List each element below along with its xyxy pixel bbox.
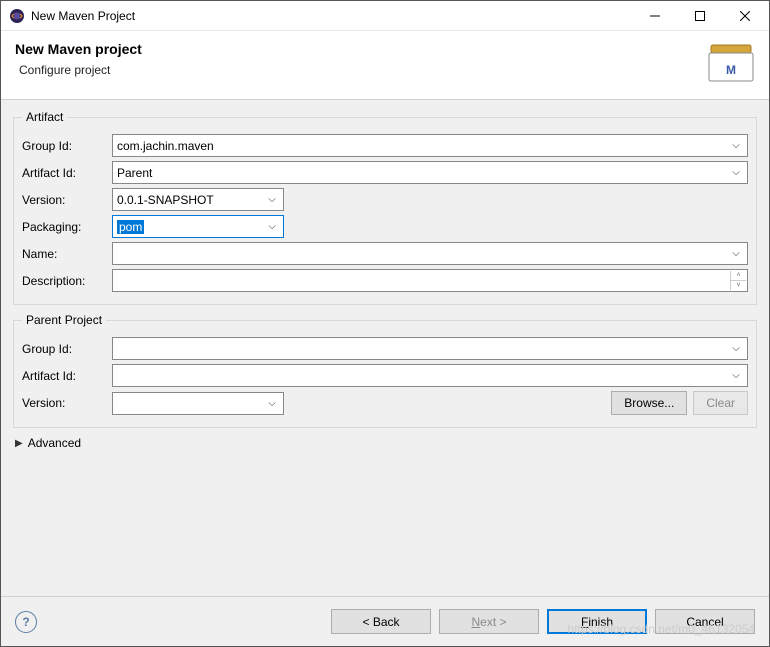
parent-artifact-id-combo[interactable]: ⌵ xyxy=(112,364,748,387)
parent-version-label: Version: xyxy=(22,396,106,410)
minimize-icon xyxy=(650,11,660,21)
page-subtitle: Configure project xyxy=(19,63,707,77)
parent-artifact-id-label: Artifact Id: xyxy=(22,369,106,383)
parent-project-group: Parent Project Group Id: ⌵ Artifact Id: … xyxy=(13,313,757,428)
group-id-label: Group Id: xyxy=(22,139,106,153)
parent-version-combo[interactable]: ⌵ xyxy=(112,392,284,415)
dialog-footer: ? < Back Next > Finish Cancel xyxy=(1,596,769,646)
chevron-down-icon: ⌵ xyxy=(265,194,279,205)
back-button[interactable]: < Back xyxy=(331,609,431,634)
description-spinner[interactable]: ˄˅ xyxy=(730,271,746,290)
close-button[interactable] xyxy=(722,1,767,30)
browse-button[interactable]: Browse... xyxy=(611,391,687,415)
group-id-combo[interactable]: com.jachin.maven⌵ xyxy=(112,134,748,157)
artifact-id-label: Artifact Id: xyxy=(22,166,106,180)
packaging-label: Packaging: xyxy=(22,220,106,234)
titlebar: New Maven Project xyxy=(1,1,769,31)
chevron-down-icon: ⌵ xyxy=(265,221,279,232)
window-title: New Maven Project xyxy=(31,9,632,23)
name-combo[interactable]: ⌵ xyxy=(112,242,748,265)
packaging-combo[interactable]: pom⌵ xyxy=(112,215,284,238)
name-label: Name: xyxy=(22,247,106,261)
version-combo[interactable]: 0.0.1-SNAPSHOT⌵ xyxy=(112,188,284,211)
chevron-down-icon: ˅ xyxy=(730,281,746,290)
dialog-body: Artifact Group Id: com.jachin.maven⌵ Art… xyxy=(1,100,769,603)
advanced-expander[interactable]: ▶ Advanced xyxy=(15,436,755,450)
version-label: Version: xyxy=(22,193,106,207)
cancel-button[interactable]: Cancel xyxy=(655,609,755,634)
close-icon xyxy=(740,11,750,21)
page-title: New Maven project xyxy=(15,41,707,57)
chevron-down-icon: ⌵ xyxy=(729,140,743,151)
description-input[interactable]: ˄˅ xyxy=(112,269,748,292)
artifact-id-combo[interactable]: Parent⌵ xyxy=(112,161,748,184)
description-label: Description: xyxy=(22,274,106,288)
chevron-down-icon: ⌵ xyxy=(729,167,743,178)
help-icon: ? xyxy=(22,615,29,629)
minimize-button[interactable] xyxy=(632,1,677,30)
maximize-button[interactable] xyxy=(677,1,722,30)
parent-group-id-combo[interactable]: ⌵ xyxy=(112,337,748,360)
chevron-up-icon: ˄ xyxy=(730,271,746,281)
maximize-icon xyxy=(695,11,705,21)
artifact-group: Artifact Group Id: com.jachin.maven⌵ Art… xyxy=(13,110,757,305)
eclipse-icon xyxy=(9,8,25,24)
next-button: Next > xyxy=(439,609,539,634)
chevron-down-icon: ⌵ xyxy=(729,370,743,381)
parent-group-id-label: Group Id: xyxy=(22,342,106,356)
chevron-down-icon: ⌵ xyxy=(265,398,279,409)
chevron-down-icon: ⌵ xyxy=(729,343,743,354)
maven-wizard-icon: M xyxy=(707,41,755,85)
dialog-header: New Maven project Configure project M xyxy=(1,31,769,100)
help-button[interactable]: ? xyxy=(15,611,37,633)
artifact-legend: Artifact xyxy=(22,110,67,124)
chevron-down-icon: ⌵ xyxy=(729,248,743,259)
parent-legend: Parent Project xyxy=(22,313,106,327)
clear-button: Clear xyxy=(693,391,748,415)
triangle-right-icon: ▶ xyxy=(15,438,23,449)
svg-text:M: M xyxy=(726,63,736,77)
advanced-label: Advanced xyxy=(28,436,81,450)
finish-button[interactable]: Finish xyxy=(547,609,647,634)
